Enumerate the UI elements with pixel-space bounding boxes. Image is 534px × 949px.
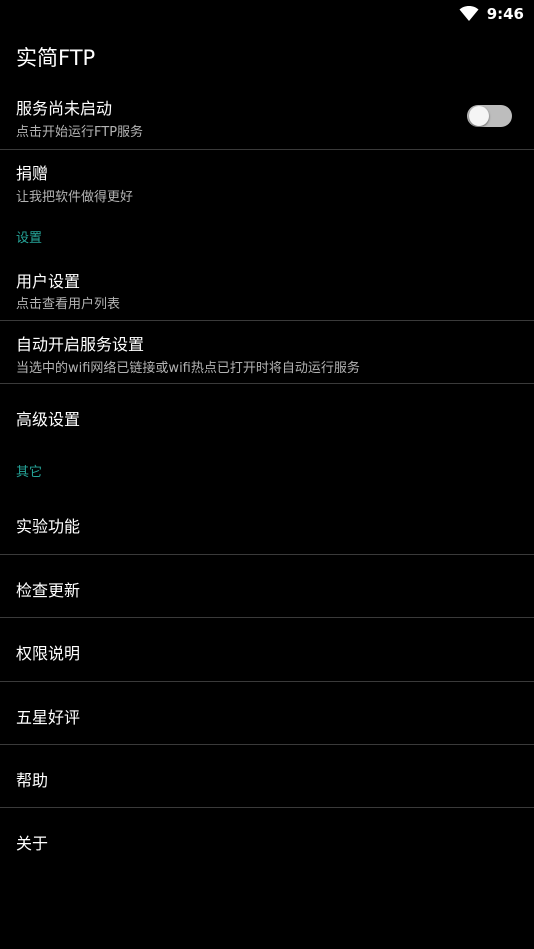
- user-settings-title: 用户设置: [16, 272, 81, 291]
- service-status-subtitle: 点击开始运行FTP服务: [16, 125, 144, 140]
- auto-start-subtitle: 当选中的wifi网络已链接或wifi热点已打开时将自动运行服务: [16, 361, 360, 376]
- about-title: 关于: [16, 834, 49, 853]
- donate-subtitle: 让我把软件做得更好: [16, 190, 134, 205]
- app-title: 实简FTP: [16, 46, 96, 70]
- other-section-header: 其它: [16, 465, 43, 480]
- service-status-title: 服务尚未启动: [16, 99, 113, 118]
- donate-row[interactable]: 捐赠 让我把软件做得更好: [0, 150, 534, 214]
- help-row[interactable]: 帮助: [0, 745, 534, 807]
- wifi-icon: [459, 6, 479, 21]
- advanced-settings-row[interactable]: 高级设置: [0, 384, 534, 448]
- toggle-knob: [469, 106, 489, 126]
- rate-app-row[interactable]: 五星好评: [0, 682, 534, 744]
- about-row[interactable]: 关于: [0, 808, 534, 871]
- service-toggle-row[interactable]: 服务尚未启动 点击开始运行FTP服务: [0, 88, 534, 149]
- experimental-features-title: 实验功能: [16, 517, 81, 536]
- advanced-settings-title: 高级设置: [16, 410, 81, 429]
- status-time: 9:46: [486, 5, 524, 23]
- auto-start-title: 自动开启服务设置: [16, 335, 145, 354]
- donate-title: 捐赠: [16, 164, 49, 183]
- status-bar: 9:46: [0, 0, 534, 28]
- help-title: 帮助: [16, 771, 49, 790]
- settings-section-header: 设置: [16, 231, 43, 246]
- check-update-title: 检查更新: [16, 581, 81, 600]
- user-settings-row[interactable]: 用户设置 点击查看用户列表: [0, 256, 534, 320]
- user-settings-subtitle: 点击查看用户列表: [16, 297, 121, 312]
- rate-app-title: 五星好评: [16, 708, 81, 727]
- service-toggle-switch[interactable]: [467, 105, 512, 127]
- permissions-title: 权限说明: [16, 644, 81, 663]
- check-update-row[interactable]: 检查更新: [0, 555, 534, 617]
- permissions-row[interactable]: 权限说明: [0, 618, 534, 681]
- experimental-features-row[interactable]: 实验功能: [0, 491, 534, 554]
- auto-start-settings-row[interactable]: 自动开启服务设置 当选中的wifi网络已链接或wifi热点已打开时将自动运行服务: [0, 321, 534, 383]
